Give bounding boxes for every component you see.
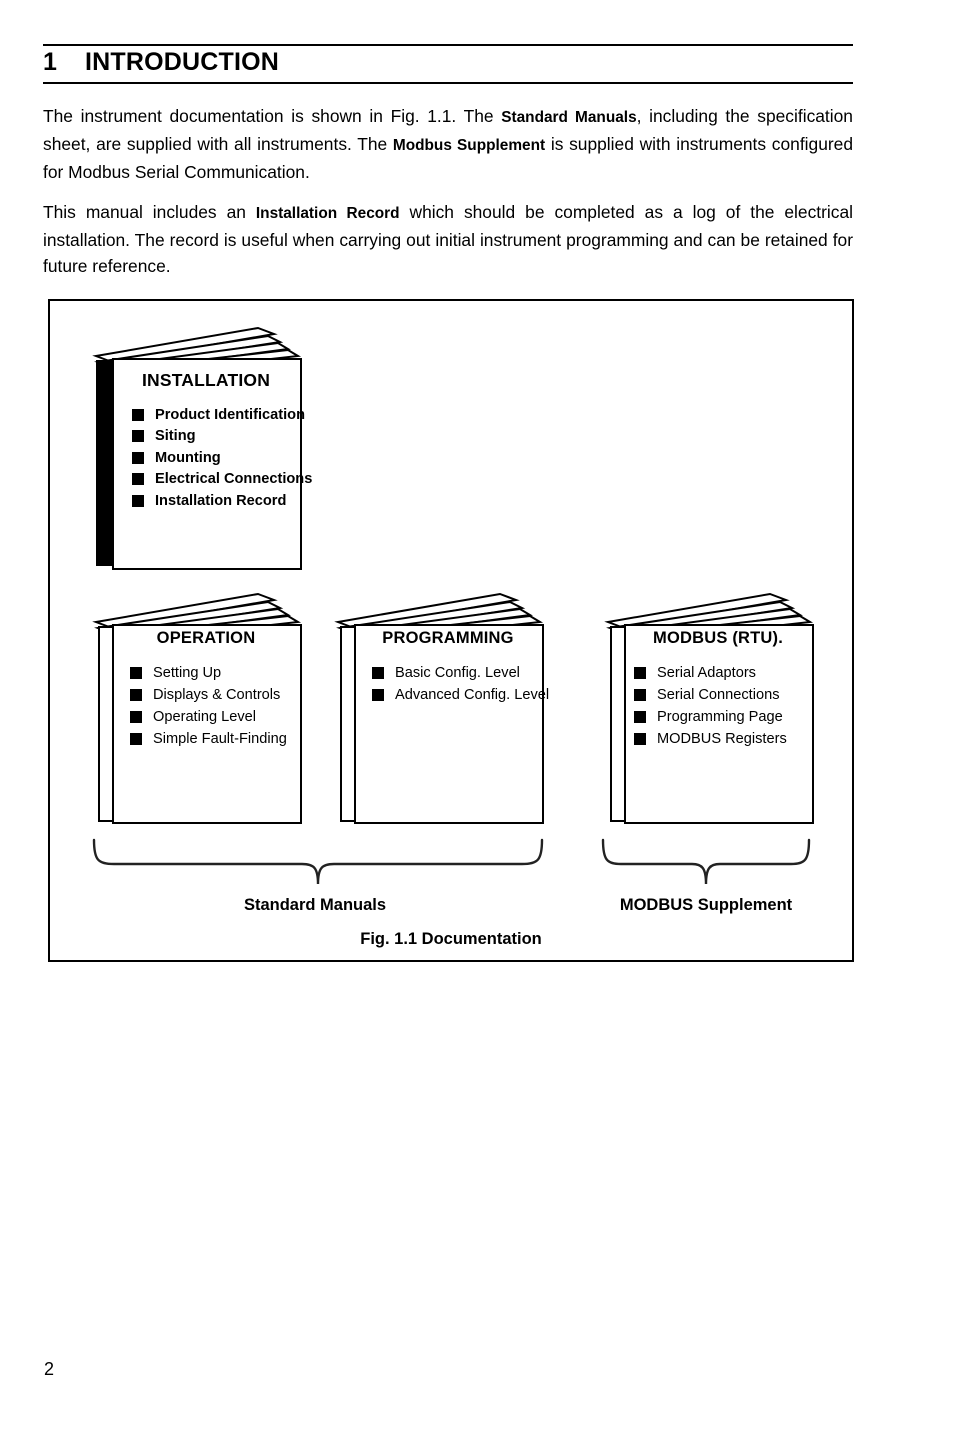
document-page: 1 INTRODUCTION The instrument documentati… bbox=[0, 0, 954, 1430]
list-item-label: MODBUS Registers bbox=[657, 731, 787, 747]
list-item-label: Programming Page bbox=[657, 709, 783, 725]
brace-modbus-supplement bbox=[601, 838, 811, 885]
book-programming: PROGRAMMING Basic Config. Level Advanced… bbox=[330, 592, 549, 824]
intro-paragraph-1: The instrument documentation is shown in… bbox=[43, 103, 853, 185]
square-bullet-icon bbox=[634, 711, 646, 723]
book-title-operation: OPERATION bbox=[156, 629, 256, 647]
para1-bold-standard-manuals: Standard Manuals bbox=[501, 109, 637, 126]
book-title-installation: INSTALLATION bbox=[141, 370, 271, 390]
list-item-label: Operating Level bbox=[153, 709, 257, 725]
list-item-label: Setting Up bbox=[153, 665, 222, 681]
list-item: Installation Record bbox=[132, 490, 312, 512]
para1-bold-modbus-supplement: Modbus Supplement bbox=[392, 137, 546, 154]
book-modbus: MODBUS (RTU). Serial Adaptors Serial Con… bbox=[600, 592, 814, 824]
square-bullet-icon bbox=[132, 408, 144, 421]
square-bullet-icon bbox=[132, 494, 144, 507]
square-bullet-icon bbox=[634, 689, 646, 701]
square-bullet-icon bbox=[130, 667, 142, 679]
section-number: 1 bbox=[43, 48, 58, 76]
list-item-label: Serial Connections bbox=[657, 687, 780, 703]
list-item-label: Mounting bbox=[155, 449, 221, 466]
list-item-label: Simple Fault-Finding bbox=[153, 731, 287, 747]
square-bullet-icon bbox=[372, 689, 384, 701]
figure-caption: Fig. 1.1 Documentation bbox=[360, 930, 542, 948]
square-bullet-icon bbox=[634, 733, 646, 745]
list-item-label: Product Identification bbox=[155, 406, 305, 423]
list-item: Product Identification bbox=[132, 404, 312, 426]
heading-rule-top bbox=[43, 44, 853, 46]
list-item: Mounting bbox=[132, 447, 312, 469]
list-item-label: Advanced Config. Level bbox=[395, 687, 550, 703]
book-contents-modbus: Serial Adaptors Serial Connections Progr… bbox=[634, 662, 787, 750]
para2-bold-installation-record: Installation Record bbox=[255, 205, 400, 222]
list-item-label: Installation Record bbox=[155, 492, 287, 509]
book-contents-programming: Basic Config. Level Advanced Config. Lev… bbox=[372, 662, 549, 706]
book-title-modbus: MODBUS (RTU). bbox=[653, 629, 783, 647]
square-bullet-icon bbox=[372, 667, 384, 679]
book-contents-operation: Setting Up Displays & Controls Operating… bbox=[130, 662, 287, 750]
list-item-label: Displays & Controls bbox=[153, 687, 281, 703]
list-item: Basic Config. Level bbox=[372, 662, 549, 684]
list-item-label: Siting bbox=[155, 428, 196, 445]
list-item-label: Serial Adaptors bbox=[657, 665, 756, 681]
list-item: Displays & Controls bbox=[130, 684, 287, 706]
para1-text-a: The instrument documentation is shown in… bbox=[43, 106, 502, 126]
list-item-label: Electrical Connections bbox=[155, 471, 313, 488]
list-item: Siting bbox=[132, 426, 312, 448]
page-title: 1 INTRODUCTION bbox=[43, 48, 279, 77]
brace-standard-manuals bbox=[92, 838, 544, 885]
brace-label-modbus-supplement: MODBUS Supplement bbox=[619, 896, 793, 914]
square-bullet-icon bbox=[130, 689, 142, 701]
square-bullet-icon bbox=[132, 430, 144, 443]
list-item: Setting Up bbox=[130, 662, 287, 684]
list-item: Simple Fault-Finding bbox=[130, 728, 287, 750]
book-title-programming: PROGRAMMING bbox=[382, 629, 514, 647]
book-installation: INSTALLATION Product Identification Siti… bbox=[88, 326, 312, 570]
book-operation: OPERATION Setting Up Displays & Controls… bbox=[88, 592, 302, 824]
square-bullet-icon bbox=[130, 733, 142, 745]
list-item: Serial Connections bbox=[634, 684, 787, 706]
list-item: Advanced Config. Level bbox=[372, 684, 549, 706]
heading-rule-bottom bbox=[43, 82, 853, 84]
para2-text-a: This manual includes an bbox=[43, 202, 256, 222]
page-number: 2 bbox=[44, 1359, 55, 1379]
intro-paragraph-2: This manual includes an Installation Rec… bbox=[43, 199, 853, 279]
list-item-label: Basic Config. Level bbox=[395, 665, 520, 681]
square-bullet-icon bbox=[132, 451, 144, 464]
list-item: Serial Adaptors bbox=[634, 662, 787, 684]
list-item: MODBUS Registers bbox=[634, 728, 787, 750]
list-item: Programming Page bbox=[634, 706, 787, 728]
square-bullet-icon bbox=[132, 473, 144, 486]
book-cover bbox=[354, 624, 544, 824]
list-item: Operating Level bbox=[130, 706, 287, 728]
square-bullet-icon bbox=[130, 711, 142, 723]
square-bullet-icon bbox=[634, 667, 646, 679]
section-title: INTRODUCTION bbox=[85, 48, 280, 76]
brace-label-standard-manuals: Standard Manuals bbox=[243, 896, 387, 914]
list-item: Electrical Connections bbox=[132, 469, 312, 491]
book-contents-installation: Product Identification Siting Mounting E… bbox=[132, 404, 312, 512]
